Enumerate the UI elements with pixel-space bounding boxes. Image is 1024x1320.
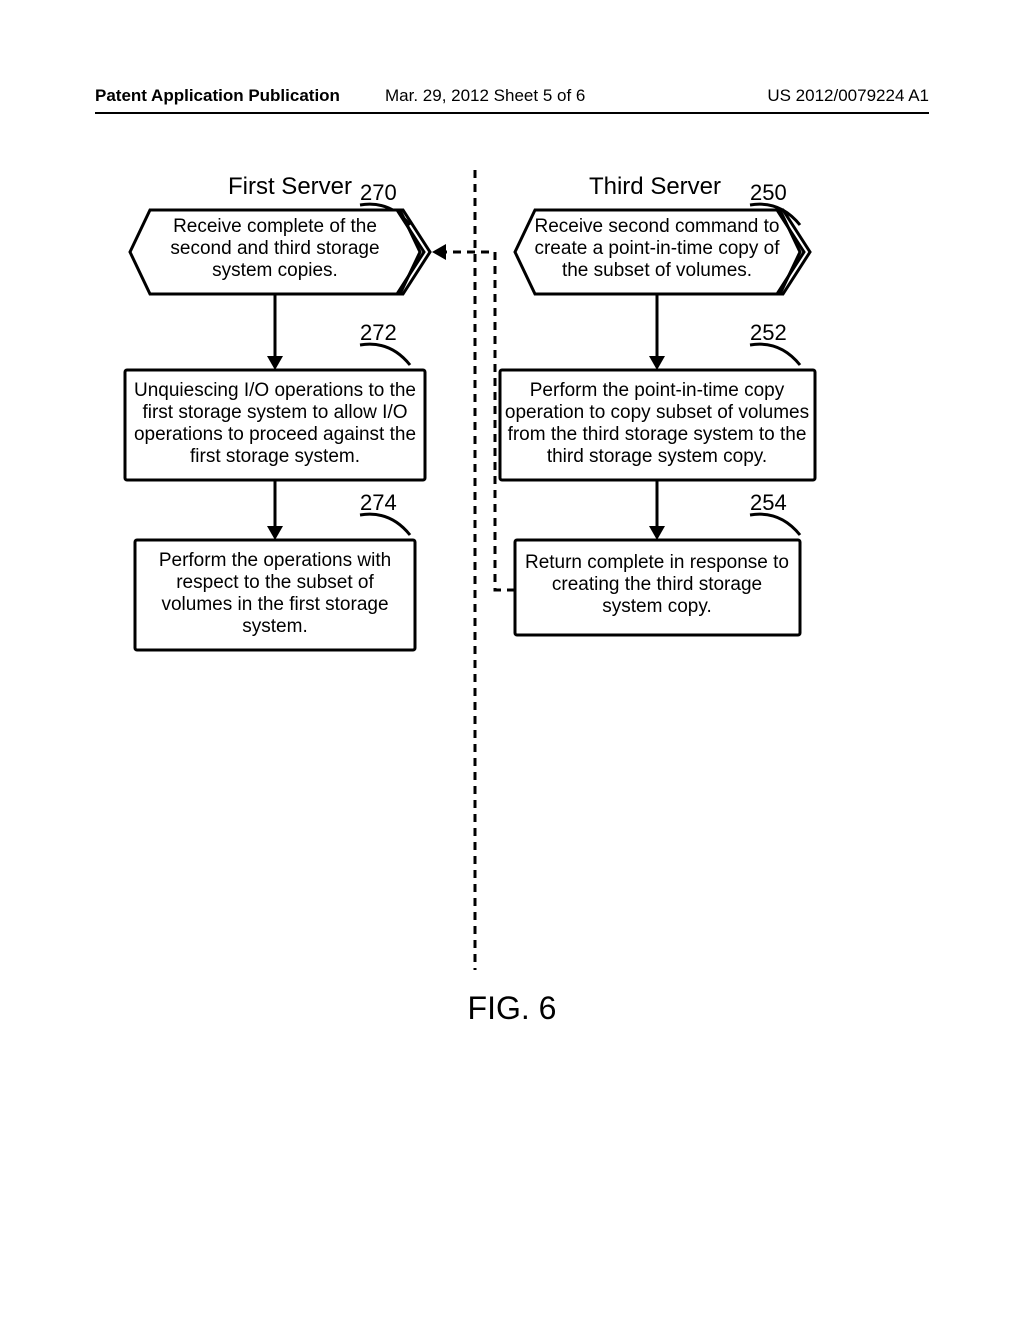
node-270-line1: Receive complete of the <box>173 216 377 237</box>
figure-label: FIG. 6 <box>0 990 1024 1027</box>
header-right: US 2012/0079224 A1 <box>767 86 929 106</box>
ref-272: 272 <box>360 320 397 345</box>
swimlane-title-right: Third Server <box>589 173 721 200</box>
edge-272-274-head <box>267 526 283 540</box>
edge-270-272-head <box>267 356 283 370</box>
ref-252: 252 <box>750 320 787 345</box>
node-252-line3: from the third storage system to the <box>508 424 807 445</box>
swimlane-title-left: First Server <box>228 173 352 200</box>
node-274-line2: respect to the subset of <box>176 572 374 593</box>
header-left: Patent Application Publication <box>95 86 340 106</box>
node-272-line4: first storage system. <box>190 446 360 467</box>
ref-250: 250 <box>750 180 787 205</box>
node-250-line2: create a point-in-time copy of <box>534 238 780 259</box>
node-252-line4: third storage system copy. <box>547 446 767 467</box>
page: Patent Application Publication Mar. 29, … <box>0 0 1024 1320</box>
node-250-line3: the subset of volumes. <box>562 260 752 281</box>
header-mid: Mar. 29, 2012 Sheet 5 of 6 <box>385 86 585 106</box>
leader-274 <box>360 514 410 535</box>
leader-254 <box>750 514 800 535</box>
node-250-line1: Receive second command to <box>534 216 779 237</box>
node-274-line1: Perform the operations with <box>159 550 391 571</box>
node-272-line1: Unquiescing I/O operations to the <box>134 380 416 401</box>
edge-250-252-head <box>649 356 665 370</box>
edge-254-270-head <box>432 244 446 260</box>
ref-254: 254 <box>750 490 787 515</box>
ref-274: 274 <box>360 490 397 515</box>
node-252-line1: Perform the point-in-time copy <box>530 380 785 401</box>
edge-252-254-head <box>649 526 665 540</box>
node-254-line1: Return complete in response to <box>525 552 789 573</box>
node-270-line3: system copies. <box>212 260 338 281</box>
node-254-line3: system copy. <box>602 596 711 617</box>
node-254-line2: creating the third storage <box>552 574 762 595</box>
node-272-line2: first storage system to allow I/O <box>142 402 407 423</box>
node-270-line2: second and third storage <box>170 238 379 259</box>
ref-270: 270 <box>360 180 397 205</box>
node-272-line3: operations to proceed against the <box>134 424 416 445</box>
leader-272 <box>360 344 410 365</box>
node-274-line3: volumes in the first storage <box>161 594 388 615</box>
node-274-line4: system. <box>242 616 307 637</box>
header-rule <box>95 112 929 114</box>
leader-252 <box>750 344 800 365</box>
node-252-line2: operation to copy subset of volumes <box>505 402 809 423</box>
